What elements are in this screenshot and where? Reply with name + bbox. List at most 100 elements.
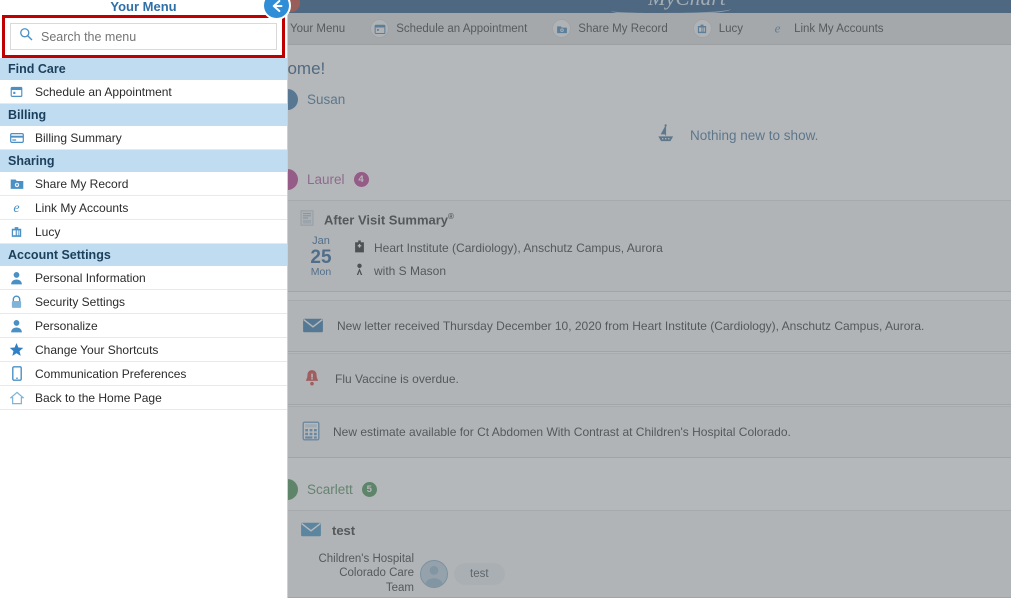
menu-group-find-care: Find Care bbox=[0, 58, 287, 80]
appointment-location: Heart Institute (Cardiology), Anschutz C… bbox=[374, 241, 663, 255]
sidebar-item-label: Billing Summary bbox=[35, 131, 122, 145]
menu-group-account-settings: Account Settings bbox=[0, 244, 287, 266]
toolbar-item-label: Schedule an Appointment bbox=[396, 23, 527, 35]
toolbar-item-label: Lucy bbox=[719, 23, 743, 35]
share-record-icon bbox=[552, 19, 571, 38]
date-weekday: Mon bbox=[302, 267, 340, 278]
notification-flu-vaccine[interactable]: Flu Vaccine is overdue. bbox=[288, 353, 1011, 405]
toolbar-item-your-menu[interactable]: Your Menu bbox=[290, 23, 358, 35]
menu-group-sharing: Sharing bbox=[0, 150, 287, 172]
sidebar-item-schedule-an-appointment[interactable]: Schedule an Appointment bbox=[0, 80, 287, 104]
svg-text:e: e bbox=[13, 200, 19, 215]
sidebar-item-label: Personalize bbox=[35, 319, 98, 333]
sidebar-item-personal-information[interactable]: Personal Information bbox=[0, 266, 287, 290]
appointment-provider: with S Mason bbox=[374, 264, 446, 278]
star-icon bbox=[9, 342, 24, 357]
sidebar-item-back-to-the-home-page[interactable]: Back to the Home Page bbox=[0, 386, 287, 410]
sidebar-item-communication-preferences[interactable]: Communication Preferences bbox=[0, 362, 287, 386]
sidebar-item-label: Lucy bbox=[35, 225, 60, 239]
sidebar-item-lucy[interactable]: Lucy bbox=[0, 220, 287, 244]
person-icon bbox=[9, 318, 24, 333]
lock-icon bbox=[9, 294, 24, 309]
notification-letter[interactable]: New letter received Thursday December 10… bbox=[288, 300, 1011, 352]
envelope-icon bbox=[300, 520, 322, 541]
sidebar-item-change-your-shortcuts[interactable]: Change Your Shortcuts bbox=[0, 338, 287, 362]
sidebar-item-label: Personal Information bbox=[35, 271, 146, 285]
user-avatar-icon bbox=[420, 560, 448, 588]
menu-panel-title: Your Menu bbox=[0, 0, 287, 15]
message-card[interactable]: test Children's Hospital Colorado Care T… bbox=[288, 510, 1011, 598]
sidebar-item-share-my-record[interactable]: Share My Record bbox=[0, 172, 287, 196]
notification-text: Flu Vaccine is overdue. bbox=[335, 372, 459, 386]
person-row-scarlett[interactable]: Scarlett 5 bbox=[277, 479, 377, 500]
count-badge: 5 bbox=[362, 482, 377, 497]
calculator-icon bbox=[302, 421, 320, 444]
sidebar-item-label: Share My Record bbox=[35, 177, 128, 191]
message-body: test bbox=[454, 563, 505, 585]
menu-group-billing: Billing bbox=[0, 104, 287, 126]
search-icon bbox=[19, 27, 33, 46]
envelope-icon bbox=[302, 316, 324, 337]
your-menu-panel: Your Menu Find Care bbox=[0, 0, 288, 598]
count-badge: 4 bbox=[354, 172, 369, 187]
toolbar-item-schedule-appointment[interactable]: Schedule an Appointment bbox=[370, 19, 540, 38]
toolbar-item-label: Your Menu bbox=[290, 23, 345, 35]
sidebar-item-label: Communication Preferences bbox=[35, 367, 186, 381]
appointment-date: Jan 25 Mon bbox=[302, 236, 340, 279]
toolbar-item-label: Link My Accounts bbox=[794, 23, 883, 35]
sidebar-item-label: Back to the Home Page bbox=[35, 391, 162, 405]
svg-text:e: e bbox=[775, 21, 781, 36]
share-record-icon bbox=[9, 176, 24, 191]
calendar-icon bbox=[9, 84, 24, 99]
calendar-icon bbox=[370, 19, 389, 38]
sidebar-item-personalize[interactable]: Personalize bbox=[0, 314, 287, 338]
document-icon bbox=[300, 210, 314, 229]
person-name: Scarlett bbox=[307, 482, 353, 497]
notification-estimate[interactable]: New estimate available for Ct Abdomen Wi… bbox=[288, 406, 1011, 458]
toolbar-item-share-my-record[interactable]: Share My Record bbox=[552, 19, 680, 38]
epic-e-icon: e bbox=[768, 19, 787, 38]
phone-icon bbox=[9, 366, 24, 381]
person-name: Susan bbox=[307, 92, 345, 107]
sailboat-icon bbox=[655, 123, 677, 148]
person-name: Laurel bbox=[307, 172, 345, 187]
sidebar-item-label: Link My Accounts bbox=[35, 201, 128, 215]
notification-text: New estimate available for Ct Abdomen Wi… bbox=[333, 425, 791, 439]
toolbar-item-link-my-accounts[interactable]: e Link My Accounts bbox=[768, 19, 896, 38]
appointment-location-row: Heart Institute (Cardiology), Anschutz C… bbox=[354, 240, 663, 256]
sidebar-item-billing-summary[interactable]: Billing Summary bbox=[0, 126, 287, 150]
lucy-icon bbox=[9, 224, 24, 239]
hospital-icon bbox=[354, 240, 365, 256]
credit-card-icon bbox=[9, 130, 24, 145]
message-subject-row: test bbox=[288, 511, 1011, 546]
message-sender: Children's Hospital Colorado Care Team bbox=[316, 552, 414, 595]
after-visit-summary-title: After Visit Summary® bbox=[324, 212, 454, 227]
menu-search-box[interactable] bbox=[10, 23, 277, 50]
sidebar-item-security-settings[interactable]: Security Settings bbox=[0, 290, 287, 314]
registered-mark: ® bbox=[448, 212, 454, 221]
home-icon bbox=[9, 390, 24, 405]
bell-alert-icon bbox=[302, 368, 322, 391]
after-visit-summary-card[interactable]: After Visit Summary® Jan 25 Mon bbox=[288, 200, 1011, 292]
date-month: Jan bbox=[302, 236, 340, 248]
date-day: 25 bbox=[302, 248, 340, 268]
search-input[interactable] bbox=[41, 30, 268, 44]
doctor-icon bbox=[354, 263, 365, 279]
toolbar-item-lucy[interactable]: Lucy bbox=[693, 19, 756, 38]
empty-state-label: Nothing new to show. bbox=[690, 128, 818, 143]
title-text: After Visit Summary bbox=[324, 212, 448, 227]
app-root: MyChart Your Menu Schedule an Appointmen… bbox=[0, 0, 1011, 598]
message-subject: test bbox=[332, 523, 355, 538]
empty-state: Nothing new to show. bbox=[655, 123, 818, 148]
search-highlight-box bbox=[2, 15, 285, 58]
sidebar-item-link-my-accounts[interactable]: e Link My Accounts bbox=[0, 196, 287, 220]
message-preview: Children's Hospital Colorado Care Team t… bbox=[288, 546, 1011, 598]
sidebar-item-label: Schedule an Appointment bbox=[35, 85, 172, 99]
appointment-provider-row: with S Mason bbox=[354, 263, 663, 279]
person-row-laurel[interactable]: Laurel 4 bbox=[277, 169, 369, 190]
appointment-info: Heart Institute (Cardiology), Anschutz C… bbox=[354, 236, 663, 279]
epic-e-icon: e bbox=[9, 200, 24, 215]
toolbar-item-label: Share My Record bbox=[578, 23, 667, 35]
notification-text: New letter received Thursday December 10… bbox=[337, 319, 924, 333]
brand-swoosh-icon bbox=[611, 5, 731, 13]
